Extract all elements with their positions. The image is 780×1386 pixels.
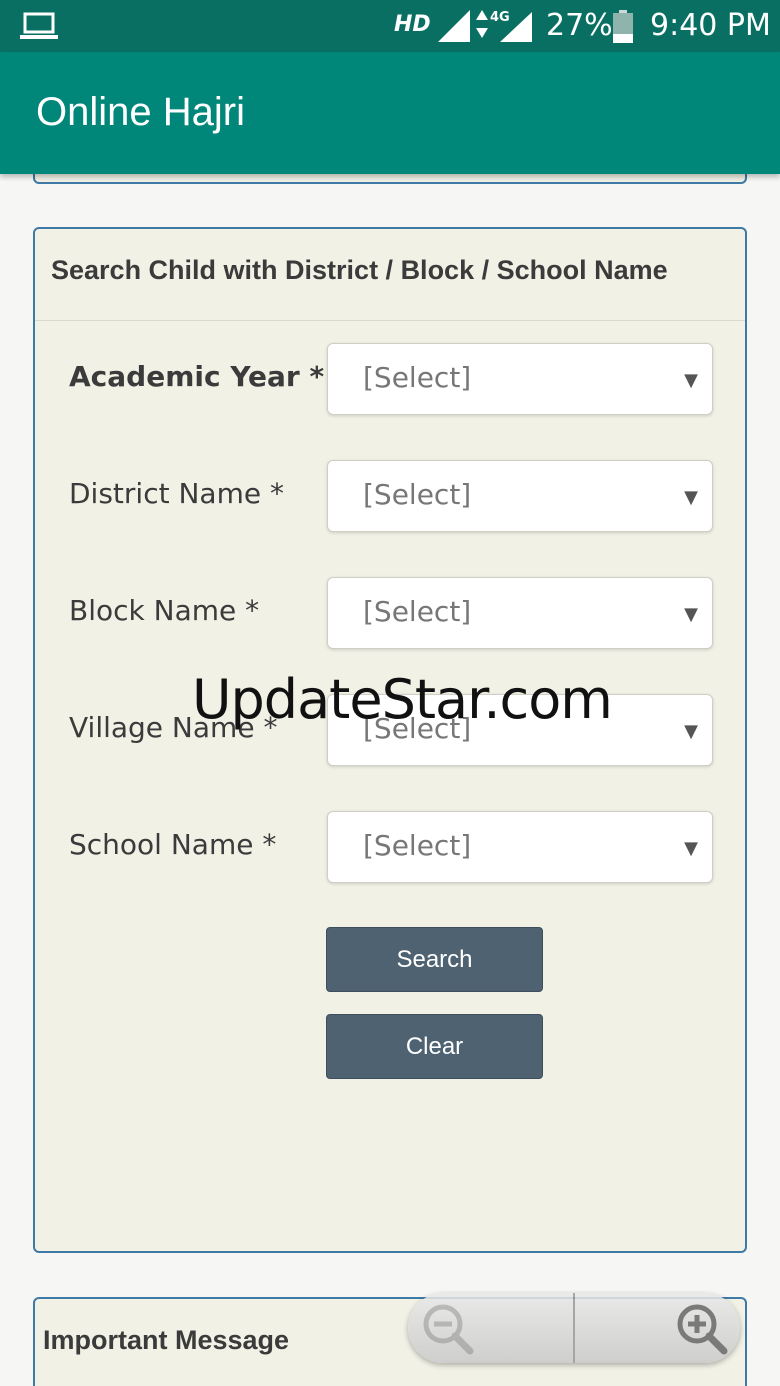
- watermark: UpdateStar.com: [192, 668, 613, 731]
- caret-down-icon: ▼: [684, 370, 698, 391]
- battery-percent: 27%: [546, 8, 613, 43]
- caret-down-icon: ▼: [684, 604, 698, 625]
- hd-indicator: HD: [394, 12, 431, 37]
- zoom-control: [408, 1293, 740, 1363]
- network-4g-icon: 4G: [476, 10, 532, 42]
- signal-icon: [438, 10, 470, 42]
- caret-down-icon: ▼: [684, 721, 698, 742]
- search-button[interactable]: Search: [326, 927, 543, 992]
- app-bar: Online Hajri: [0, 52, 780, 174]
- clear-button[interactable]: Clear: [326, 1014, 543, 1079]
- laptop-icon: [20, 12, 58, 39]
- academic-year-label: Academic Year *: [69, 360, 325, 393]
- district-name-label: District Name *: [69, 477, 284, 510]
- block-name-select[interactable]: [Select] ▼: [327, 577, 713, 649]
- block-name-value: [Select]: [363, 595, 472, 628]
- status-bar: HD 4G 27% 9:40 PM: [0, 0, 780, 52]
- battery-icon: [613, 10, 633, 43]
- academic-year-value: [Select]: [363, 361, 472, 394]
- network-type: 4G: [490, 10, 510, 25]
- search-panel: Search Child with District / Block / Sch…: [33, 227, 747, 1253]
- school-name-value: [Select]: [363, 829, 472, 862]
- district-name-value: [Select]: [363, 478, 472, 511]
- zoom-divider: [573, 1293, 575, 1363]
- zoom-in-icon[interactable]: [676, 1303, 728, 1355]
- district-name-select[interactable]: [Select] ▼: [327, 460, 713, 532]
- zoom-out-icon[interactable]: [422, 1303, 474, 1355]
- clock: 9:40 PM: [650, 8, 771, 43]
- search-panel-header: Search Child with District / Block / Sch…: [35, 229, 745, 321]
- school-name-label: School Name *: [69, 828, 277, 861]
- caret-down-icon: ▼: [684, 487, 698, 508]
- school-name-select[interactable]: [Select] ▼: [327, 811, 713, 883]
- academic-year-select[interactable]: [Select] ▼: [327, 343, 713, 415]
- app-title: Online Hajri: [36, 90, 245, 134]
- caret-down-icon: ▼: [684, 838, 698, 859]
- block-name-label: Block Name *: [69, 594, 260, 627]
